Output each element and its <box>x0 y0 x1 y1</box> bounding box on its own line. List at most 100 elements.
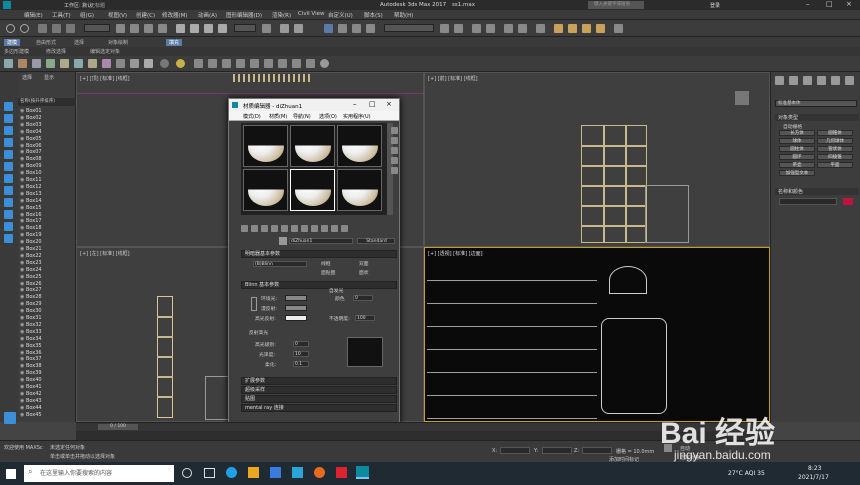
blinn-basic-rollout[interactable]: Blinn 基本参数 <box>241 281 397 289</box>
faceted-checkbox[interactable]: 面状 <box>359 269 369 276</box>
store-icon[interactable] <box>270 467 281 478</box>
medit-menu-options[interactable]: 选项(O) <box>319 113 337 120</box>
undo-icon[interactable] <box>6 24 15 33</box>
geosphere-button[interactable]: 几何球体 <box>817 138 853 144</box>
toolbar-icon-8[interactable] <box>102 59 111 68</box>
login-link[interactable]: 登录 <box>710 2 720 9</box>
show-map-icon[interactable] <box>311 225 318 232</box>
link-icon[interactable] <box>38 24 47 33</box>
placement-icon[interactable] <box>218 24 227 33</box>
scene-list-item[interactable]: ◉ Box04 <box>20 129 42 135</box>
viewport-front[interactable]: [+] [前] [标准] [线框] <box>424 72 770 247</box>
scene-list-item[interactable]: ◉ Box23 <box>20 260 42 266</box>
filter-icon-6[interactable] <box>4 162 13 171</box>
scene-list-item[interactable]: ◉ Box09 <box>20 163 42 169</box>
tab-modeling[interactable]: 建模 <box>4 39 21 46</box>
scene-list-item[interactable]: ◉ Box20 <box>20 239 42 245</box>
maps-rollout[interactable]: 贴图 <box>241 395 397 403</box>
torus-button[interactable]: 圆环 <box>779 154 815 160</box>
shader-type-dropdown[interactable]: (B)Blinn <box>253 261 307 267</box>
scene-list-item[interactable]: ◉ Box28 <box>20 294 42 300</box>
scene-list-item[interactable]: ◉ Box26 <box>20 281 42 287</box>
diffuse-color-swatch[interactable] <box>285 305 307 311</box>
medit-menu-modes[interactable]: 模式(D) <box>243 113 261 120</box>
taskbar-search-input[interactable]: 在这里输入你要搜索的内容 <box>24 465 174 482</box>
self-illum-color-checkbox[interactable]: 颜色 <box>335 295 345 302</box>
viewport-left-label[interactable]: [+] [左] [标准] [线框] <box>80 250 130 257</box>
toolbar-icon-15[interactable] <box>208 59 217 68</box>
scene-list-item[interactable]: ◉ Box16 <box>20 212 42 218</box>
a360-icon[interactable] <box>614 24 623 33</box>
toolbar-icon-13[interactable] <box>176 59 185 68</box>
rotate-icon[interactable] <box>190 24 199 33</box>
pick-material-eyedropper-icon[interactable] <box>279 237 287 245</box>
menu-views[interactable]: 视图(V) <box>108 11 127 19</box>
maximize-button[interactable]: □ <box>826 0 833 8</box>
filter-icon-7[interactable] <box>4 174 13 183</box>
scene-list-item[interactable]: ◉ Box21 <box>20 246 42 252</box>
toolbar-icon-11[interactable] <box>144 59 153 68</box>
toolbar-icon-7[interactable] <box>88 59 97 68</box>
toolbar-icon-22[interactable] <box>306 59 315 68</box>
tab-selection[interactable]: 选择 <box>74 39 84 46</box>
opacity-value-field[interactable]: 100 <box>355 315 375 321</box>
uv-tiling-icon[interactable] <box>391 157 398 164</box>
menu-help[interactable]: 帮助(H) <box>394 11 413 19</box>
scene-list-item[interactable]: ◉ Box41 <box>20 384 42 390</box>
windows-start-icon[interactable] <box>6 469 16 479</box>
supersampling-rollout[interactable]: 超级采样 <box>241 386 397 394</box>
firefox-icon[interactable] <box>314 467 325 478</box>
assign-to-selection-icon[interactable] <box>261 225 268 232</box>
scene-list-item[interactable]: ◉ Box27 <box>20 287 42 293</box>
go-forward-sibling-icon[interactable] <box>341 225 348 232</box>
menu-rendering[interactable]: 渲染(R) <box>272 11 291 19</box>
sample-slot-6[interactable] <box>337 169 382 211</box>
medit-close-button[interactable]: × <box>386 100 392 108</box>
create-tab-icon[interactable] <box>775 76 784 85</box>
shader-basic-rollout[interactable]: 明暗器基本参数 <box>241 250 397 258</box>
scene-list-item[interactable]: ◉ Box43 <box>20 398 42 404</box>
display-tab-icon[interactable] <box>831 76 840 85</box>
filter-icon-9[interactable] <box>4 198 13 207</box>
cone-button[interactable]: 圆锥体 <box>817 130 853 136</box>
medit-minimize-button[interactable]: – <box>353 100 357 108</box>
menu-civil-view[interactable]: Civil View <box>298 11 324 17</box>
textplus-button[interactable]: 加强型文本 <box>779 170 815 176</box>
y-coord-field[interactable] <box>542 447 572 454</box>
selection-filter-dropdown[interactable] <box>84 24 110 32</box>
soften-field[interactable]: 0.1 <box>293 361 309 367</box>
self-illum-value-field[interactable]: 0 <box>353 295 373 301</box>
toolbar-icon-18[interactable] <box>250 59 259 68</box>
toolbar-icon-4[interactable] <box>46 59 55 68</box>
extended-params-rollout[interactable]: 扩展参数 <box>241 377 397 385</box>
scene-list-item[interactable]: ◉ Box10 <box>20 170 42 176</box>
toolbar-icon-21[interactable] <box>292 59 301 68</box>
sample-slot-4[interactable] <box>243 169 288 211</box>
select-manipulate-icon[interactable] <box>280 24 289 33</box>
named-selection-dropdown[interactable] <box>384 24 434 32</box>
put-to-library-icon[interactable] <box>291 225 298 232</box>
select-object-icon[interactable] <box>116 24 125 33</box>
select-by-name-icon[interactable] <box>130 24 139 33</box>
reset-map-icon[interactable] <box>271 225 278 232</box>
rendered-frame-icon[interactable] <box>568 24 577 33</box>
viewport-front-label[interactable]: [+] [前] [标准] [线框] <box>428 75 478 82</box>
search-input[interactable]: 键入关键字或短语 <box>588 1 644 9</box>
tab-freeform[interactable]: 自由形式 <box>36 39 56 46</box>
scene-list-item[interactable]: ◉ Box36 <box>20 350 42 356</box>
glossiness-field[interactable]: 10 <box>293 351 309 357</box>
sample-slot-1[interactable] <box>243 125 288 167</box>
app-icon-red[interactable] <box>336 467 347 478</box>
scene-explorer-icon[interactable] <box>486 24 495 33</box>
sample-slot-2[interactable] <box>290 125 335 167</box>
viewport-top-label[interactable]: [+] [顶] [标准] [线框] <box>80 75 130 82</box>
file-explorer-icon[interactable] <box>248 467 259 478</box>
clock-date[interactable]: 2021/7/17 <box>798 474 829 481</box>
scene-list-item[interactable]: ◉ Box40 <box>20 377 42 383</box>
filter-icon-12[interactable] <box>4 234 13 243</box>
move-icon[interactable] <box>176 24 185 33</box>
scene-list-item[interactable]: ◉ Box03 <box>20 122 42 128</box>
menu-scripting[interactable]: 脚本(S) <box>364 11 383 19</box>
viewport-perspective-label[interactable]: [+] [透视] [标准] [边面] <box>428 250 483 257</box>
z-coord-field[interactable] <box>582 447 612 454</box>
